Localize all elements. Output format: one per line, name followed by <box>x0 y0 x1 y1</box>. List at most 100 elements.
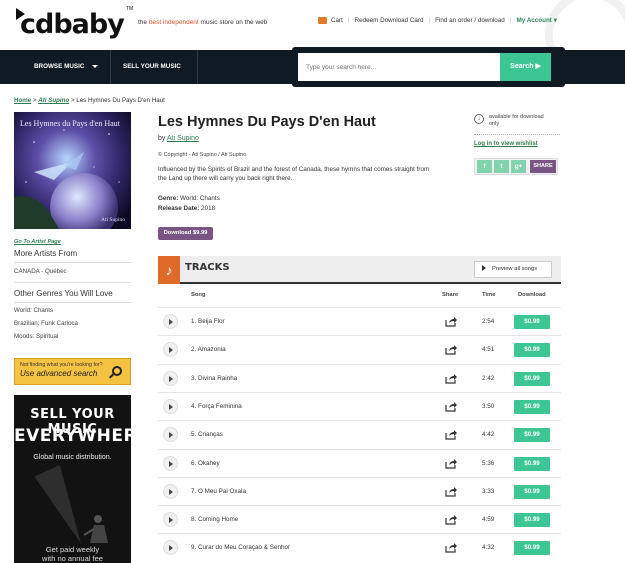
track-time: 4:59 <box>482 516 495 524</box>
play-icon[interactable] <box>163 455 178 471</box>
download-icon: ↓ <box>474 114 484 124</box>
copyright: © Copyright - Ati Supino / Ati Supino <box>158 152 247 158</box>
track-name: 4. Força Feminina <box>191 402 242 410</box>
breadcrumb: Home > Ati Supino > Les Hymnes Du Pays D… <box>14 97 165 104</box>
share-icon[interactable] <box>445 373 457 384</box>
buy-track-button[interactable]: $0.99 <box>514 484 550 499</box>
track-row: 9. Curar do Meu Coraçao & Senhor 4:32 $0.9… <box>158 533 561 561</box>
chevron-down-icon[interactable]: ▾ <box>552 17 557 24</box>
search-button[interactable]: Search ▶ <box>500 53 551 81</box>
play-icon <box>482 265 486 272</box>
share-icon[interactable] <box>445 344 457 355</box>
genre-link[interactable]: Brazilian: Funk Carioca <box>14 320 78 327</box>
track-name: 2. Amazonia <box>191 346 226 354</box>
music-note-icon: ♪ <box>158 256 180 284</box>
share-icon[interactable] <box>445 542 457 553</box>
album-genre: Genre: World: Chants <box>158 195 220 202</box>
advanced-search-prompt: Not finding what you're looking for? <box>20 362 103 368</box>
redeem-link[interactable]: Redeem Download Card <box>355 17 424 24</box>
buy-track-button[interactable]: $0.99 <box>514 343 550 358</box>
preview-all-button[interactable]: Preview all songs <box>474 261 552 278</box>
go-to-artist-link[interactable]: Go To Artist Page <box>14 239 61 245</box>
track-time: 2:42 <box>482 374 495 382</box>
tagline-highlight: best independent <box>148 19 199 26</box>
play-icon[interactable] <box>163 427 178 443</box>
divider <box>14 302 131 303</box>
cdbaby-logo[interactable]: cdbaby <box>16 6 125 40</box>
share-icon[interactable] <box>445 458 457 469</box>
twitter-icon[interactable]: t <box>494 160 509 173</box>
track-name: 5. Crianças <box>191 431 223 439</box>
my-account-link[interactable]: My Account <box>516 17 551 24</box>
genre-link[interactable]: World: Chants <box>14 307 53 314</box>
col-share: Share <box>442 292 459 298</box>
col-time: Time <box>482 292 496 298</box>
breadcrumb-current: Les Hymnes Du Pays D'en Haut <box>76 97 165 104</box>
play-icon[interactable] <box>163 314 178 329</box>
track-name: 1. Beija Flor <box>191 318 225 325</box>
track-time: 4:32 <box>482 544 495 552</box>
artist-link[interactable]: Ati Supino <box>167 135 199 142</box>
logo-play-icon <box>16 8 25 20</box>
share-button[interactable]: SHARE <box>530 160 556 173</box>
genre-link[interactable]: Moods: Spiritual <box>14 333 58 340</box>
divider <box>474 134 560 135</box>
download-album-button[interactable]: Download $9.99 <box>158 227 213 240</box>
share-icon[interactable] <box>445 514 457 525</box>
more-artists-heading: More Artists From <box>14 249 78 258</box>
track-time: 4:51 <box>482 346 495 354</box>
play-icon[interactable] <box>163 512 178 528</box>
play-icon[interactable] <box>163 540 178 556</box>
divider <box>14 282 131 283</box>
breadcrumb-home[interactable]: Home <box>14 97 31 104</box>
region-link[interactable]: CANADA - Québec <box>14 268 67 275</box>
tracks-header: ♪ TRACKS Preview all songs <box>158 256 561 284</box>
divider <box>14 262 131 263</box>
album-cover[interactable]: Les Hymnes du Pays d'en Haut Ati Supino <box>14 112 131 229</box>
buy-track-button[interactable]: $0.99 <box>514 513 550 528</box>
track-time: 4:42 <box>482 431 495 439</box>
share-icon[interactable] <box>445 429 457 440</box>
other-genres-heading: Other Genres You Will Love <box>14 289 113 298</box>
album-cover-art <box>14 112 131 229</box>
share-icon[interactable] <box>445 401 457 412</box>
buy-track-button[interactable]: $0.99 <box>514 541 550 556</box>
advanced-search-box[interactable]: Not finding what you're looking for? Use… <box>14 358 131 385</box>
tagline: the best independent music store on the … <box>138 19 268 26</box>
col-download: Download <box>518 292 546 298</box>
facebook-icon[interactable]: f <box>477 160 492 173</box>
ad-subtitle: Global music distribution. <box>33 454 112 461</box>
logo-trademark: TM <box>126 6 134 12</box>
play-icon[interactable] <box>163 483 178 499</box>
buy-track-button[interactable]: $0.99 <box>514 371 550 386</box>
cart-icon[interactable] <box>318 17 327 24</box>
google-plus-icon[interactable]: g+ <box>511 160 526 173</box>
track-name: 6. Okahey <box>191 459 220 467</box>
nav-separator: | <box>509 17 512 24</box>
cover-artist: Ati Supino <box>101 217 125 223</box>
play-icon[interactable] <box>163 370 178 386</box>
buy-track-button[interactable]: $0.99 <box>514 399 550 414</box>
play-icon[interactable] <box>163 398 178 414</box>
track-row: 1. Beija Flor 2:54 $0.99 <box>158 307 561 335</box>
sell-your-music-link[interactable]: SELL YOUR MUSIC <box>112 50 198 84</box>
play-icon[interactable] <box>163 342 178 358</box>
buy-track-button[interactable]: $0.99 <box>514 456 550 471</box>
wishlist-login-link[interactable]: Log in to view wishlist <box>474 141 538 147</box>
buy-track-button[interactable]: $0.99 <box>514 315 550 329</box>
top-nav: Cart | Redeem Download Card | Find an or… <box>318 17 557 24</box>
share-icon[interactable] <box>445 316 457 327</box>
browse-music-menu[interactable]: BROWSE MUSIC <box>14 50 111 84</box>
col-song: Song <box>191 292 206 298</box>
share-icon[interactable] <box>445 486 457 497</box>
sell-music-ad[interactable]: SELL YOUR MUSIC EVERYWHERE Global music … <box>14 395 131 563</box>
track-row: 6. Okahey 5:36 $0.99 <box>158 448 561 477</box>
breadcrumb-artist[interactable]: Ati Supino <box>38 97 69 104</box>
track-name: 9. Curar do Meu Coraçao & Senhor <box>191 544 291 552</box>
search-input[interactable] <box>298 53 500 81</box>
cart-link[interactable]: Cart <box>331 17 343 24</box>
album-description: Influenced by the Spirits of Brazil and … <box>158 166 430 182</box>
find-order-link[interactable]: Find an order / download <box>435 17 505 24</box>
track-row: 8. Coming Home 4:59 $0.99 <box>158 505 561 533</box>
buy-track-button[interactable]: $0.99 <box>514 428 550 443</box>
